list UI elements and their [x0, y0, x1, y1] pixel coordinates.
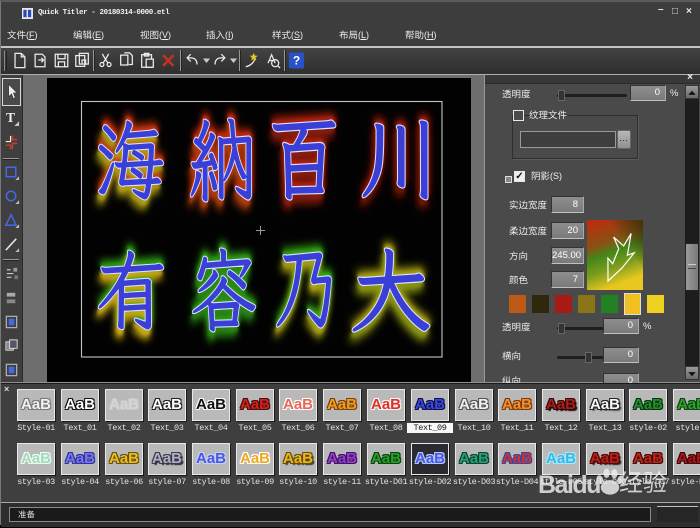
svg-text:T: T [6, 110, 15, 125]
svg-text:?: ? [293, 54, 300, 68]
